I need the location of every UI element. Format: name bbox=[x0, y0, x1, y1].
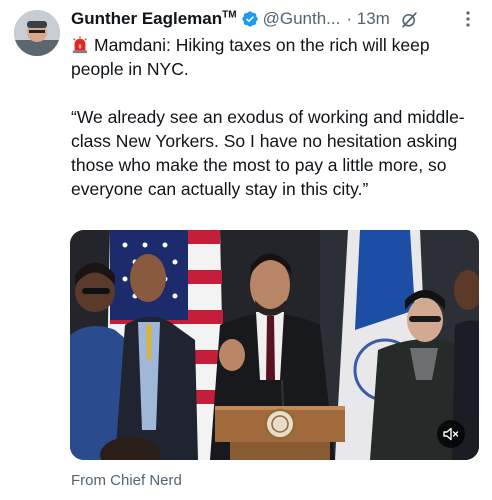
video-frame bbox=[70, 230, 479, 460]
headline-text: Mamdani: Hiking taxes on the rich will k… bbox=[71, 35, 430, 79]
verified-badge-icon[interactable] bbox=[241, 10, 259, 28]
siren-emoji-icon bbox=[72, 36, 88, 54]
avatar-image bbox=[14, 10, 60, 56]
quote-paragraph: “We already see an exodus of working and… bbox=[71, 107, 465, 199]
grok-icon[interactable] bbox=[400, 10, 419, 29]
user-handle[interactable]: @Gunth... bbox=[263, 9, 341, 29]
headline-paragraph: Mamdani: Hiking taxes on the rich will k… bbox=[71, 33, 481, 81]
avatar[interactable] bbox=[14, 10, 60, 56]
display-name[interactable]: Gunther EaglemanTM bbox=[71, 9, 237, 29]
separator-dot: · bbox=[346, 9, 353, 28]
tweet-header: Gunther EaglemanTM @Gunth... · 13m bbox=[71, 8, 478, 30]
trademark: TM bbox=[222, 9, 237, 21]
time-label: 13m bbox=[356, 9, 390, 28]
video-player[interactable] bbox=[70, 230, 479, 460]
muted-speaker-icon bbox=[443, 427, 459, 441]
more-options-button[interactable] bbox=[458, 9, 478, 29]
timestamp[interactable]: · 13m bbox=[346, 9, 389, 29]
tweet-text: Mamdani: Hiking taxes on the rich will k… bbox=[71, 33, 481, 201]
video-attribution[interactable]: From Chief Nerd bbox=[71, 472, 182, 489]
more-options-icon bbox=[466, 11, 470, 27]
mute-button[interactable] bbox=[437, 420, 465, 448]
